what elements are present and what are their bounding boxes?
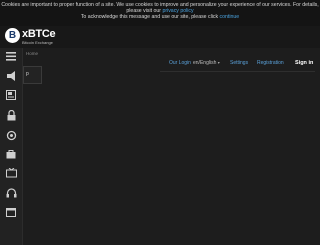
headset-icon[interactable]: [5, 187, 17, 199]
calendar-icon[interactable]: [5, 206, 17, 218]
language-select[interactable]: en/English ▾: [193, 60, 220, 66]
brand-name[interactable]: xBTCe: [22, 28, 56, 40]
side-subpanel[interactable]: p: [23, 66, 42, 84]
chevron-down-icon: ▾: [217, 60, 220, 65]
logo-badge[interactable]: B: [5, 28, 20, 43]
nav-login[interactable]: Our Login: [169, 60, 191, 66]
side-icon-rail: [0, 48, 23, 245]
refresh-icon[interactable]: [5, 129, 17, 141]
bullhorn-icon[interactable]: [5, 70, 17, 82]
breadcrumb[interactable]: Home: [26, 51, 38, 56]
header: B xBTCe Bitcoin Exchange: [0, 26, 320, 48]
cookie-banner: Cookies are important to proper function…: [0, 0, 320, 26]
cookie-line-3-prefix: To acknowledge this message and use our …: [80, 14, 219, 20]
newspaper-icon[interactable]: [5, 89, 17, 101]
logo-letter: B: [8, 30, 17, 41]
bag-icon[interactable]: [5, 148, 17, 160]
nav-divider: [160, 71, 315, 72]
brand-tagline: Bitcoin Exchange: [22, 40, 53, 45]
nav-registration[interactable]: Registration: [257, 60, 284, 66]
top-nav: Our Login en/English ▾ Settings Registra…: [165, 60, 314, 68]
signin-link[interactable]: Sign in: [295, 60, 313, 66]
lock-icon[interactable]: [5, 109, 17, 121]
tv-icon[interactable]: [5, 167, 17, 179]
language-label: en/English: [193, 60, 217, 66]
menu-icon[interactable]: [5, 50, 17, 62]
subpanel-text: p: [26, 71, 29, 77]
continue-link[interactable]: continue: [220, 14, 240, 20]
nav-settings[interactable]: Settings: [230, 60, 248, 66]
cookie-line-3: To acknowledge this message and use our …: [0, 14, 320, 20]
